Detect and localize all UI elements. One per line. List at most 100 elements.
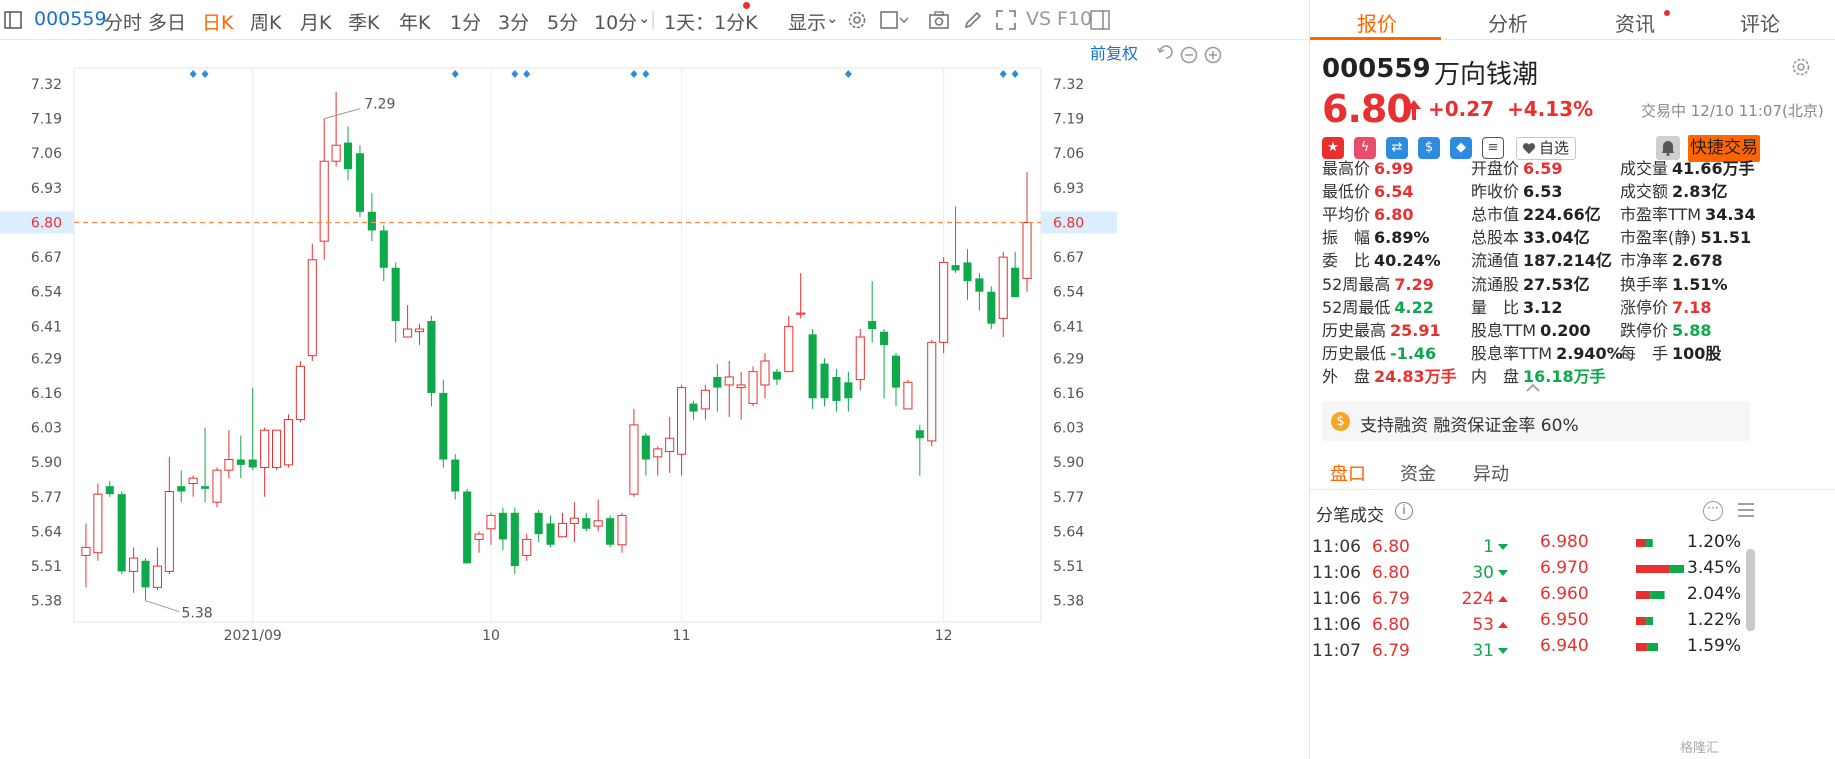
candle[interactable] [152, 547, 162, 591]
candle[interactable] [880, 329, 889, 399]
candle[interactable] [939, 257, 949, 353]
event-markers[interactable] [189, 70, 1019, 78]
candle[interactable] [784, 315, 794, 373]
candle[interactable] [414, 323, 425, 345]
candle[interactable] [1011, 251, 1020, 298]
candle[interactable] [593, 499, 603, 532]
candle[interactable] [391, 262, 400, 343]
candle[interactable] [498, 507, 507, 551]
candle[interactable] [963, 249, 972, 300]
candle[interactable] [367, 193, 376, 242]
candlestick-series[interactable] [81, 91, 1032, 601]
candle[interactable] [629, 408, 639, 497]
collapse-arrow-icon[interactable] [1526, 383, 1540, 392]
candle[interactable] [212, 467, 222, 508]
candle[interactable] [915, 424, 924, 476]
candle[interactable] [891, 352, 901, 407]
box-select-icon[interactable] [879, 9, 909, 31]
candle[interactable] [439, 379, 448, 468]
candle[interactable] [427, 315, 436, 407]
candle[interactable] [1022, 171, 1032, 292]
candle[interactable] [582, 512, 591, 532]
candle[interactable] [463, 488, 472, 564]
candle[interactable] [379, 225, 388, 282]
period-tab-monthly[interactable]: 月K [300, 8, 331, 35]
tab-comments[interactable]: 评论 [1740, 8, 1780, 37]
candle[interactable] [177, 470, 186, 503]
period-tab-intraday[interactable]: 分时 [104, 8, 142, 35]
candle[interactable] [927, 339, 937, 447]
tab-capital-flow[interactable]: 资金 [1400, 460, 1436, 486]
candle[interactable] [188, 475, 198, 497]
candle[interactable] [820, 358, 829, 407]
tab-quote[interactable]: 报价 [1357, 8, 1397, 37]
event-marker-icon[interactable] [523, 70, 531, 78]
tag-icon[interactable]: ◆ [1450, 137, 1472, 159]
undo-icon[interactable] [1157, 45, 1173, 59]
zoom-out-icon[interactable] [1180, 46, 1198, 64]
interval-select[interactable]: 1天：1分K [664, 8, 758, 35]
candle[interactable] [855, 329, 865, 391]
candle[interactable] [236, 435, 245, 479]
candle[interactable] [129, 547, 139, 593]
candle[interactable] [557, 512, 568, 538]
candle[interactable] [641, 432, 650, 476]
candle[interactable] [474, 531, 484, 553]
candle[interactable] [117, 491, 126, 575]
candle[interactable] [689, 400, 698, 420]
candle[interactable] [355, 145, 364, 218]
scrollbar[interactable] [1746, 549, 1755, 631]
candle[interactable] [283, 414, 294, 468]
more-options-icon[interactable]: ··· [1703, 501, 1723, 521]
info-icon[interactable]: i [1395, 502, 1413, 520]
f10-button[interactable]: F10 [1057, 8, 1092, 30]
dollar-icon[interactable]: $ [1418, 137, 1440, 159]
candle[interactable] [272, 429, 282, 471]
event-marker-icon[interactable] [844, 70, 852, 78]
candle[interactable] [998, 251, 1008, 338]
candle[interactable] [307, 243, 317, 361]
candle[interactable] [451, 454, 460, 500]
candle[interactable] [343, 126, 353, 180]
compare-button[interactable]: VS [1026, 8, 1051, 30]
candle[interactable] [653, 446, 663, 476]
candle[interactable] [295, 360, 305, 423]
period-tab-3min[interactable]: 3分 [498, 8, 529, 35]
period-tab-10min[interactable]: 10分 [594, 8, 637, 35]
toolbar-stock-code[interactable]: 000559 [34, 8, 107, 30]
candle[interactable] [201, 427, 210, 503]
candle[interactable] [546, 515, 555, 548]
candle[interactable] [975, 273, 984, 311]
candle[interactable] [772, 368, 781, 385]
candle[interactable] [403, 305, 413, 338]
panel-toggle-icon[interactable] [4, 11, 22, 29]
candle[interactable] [81, 523, 91, 588]
kline-chart[interactable]: 2021/09 10 11 12 7.32 7.32 7.19 7.19 7.06 7.06 6.9… [0, 40, 1308, 759]
event-marker-icon[interactable] [642, 70, 650, 78]
tab-analysis[interactable]: 分析 [1488, 8, 1528, 37]
event-marker-icon[interactable] [630, 70, 638, 78]
candle[interactable] [93, 483, 103, 561]
period-tab-weekly[interactable]: 周K [250, 8, 281, 35]
candle[interactable] [486, 512, 496, 545]
zoom-in-icon[interactable] [1204, 46, 1222, 64]
candle[interactable] [903, 379, 913, 410]
candle[interactable] [606, 515, 615, 548]
candle[interactable] [248, 387, 257, 471]
event-marker-icon[interactable] [511, 70, 519, 78]
camera-icon[interactable] [928, 9, 950, 31]
period-tab-5min[interactable]: 5分 [547, 8, 578, 35]
tab-order-book[interactable]: 盘口 [1330, 460, 1366, 486]
pen-icon[interactable] [962, 9, 984, 31]
candle[interactable] [260, 427, 270, 497]
candle[interactable] [724, 360, 734, 417]
event-marker-icon[interactable] [189, 70, 197, 78]
candle[interactable] [808, 329, 817, 409]
candle[interactable] [319, 118, 329, 260]
candle[interactable] [510, 507, 519, 575]
candle[interactable] [105, 480, 114, 497]
candle[interactable] [665, 416, 675, 473]
period-tab-daily[interactable]: 日K [202, 8, 233, 35]
candle[interactable] [987, 286, 996, 330]
candle[interactable] [224, 430, 234, 479]
